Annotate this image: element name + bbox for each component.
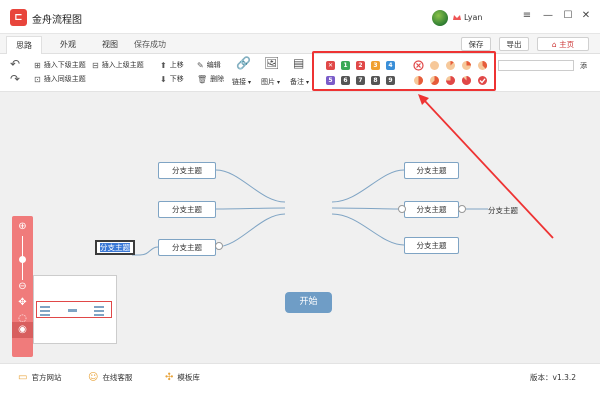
annotation-arrow [418,94,554,239]
